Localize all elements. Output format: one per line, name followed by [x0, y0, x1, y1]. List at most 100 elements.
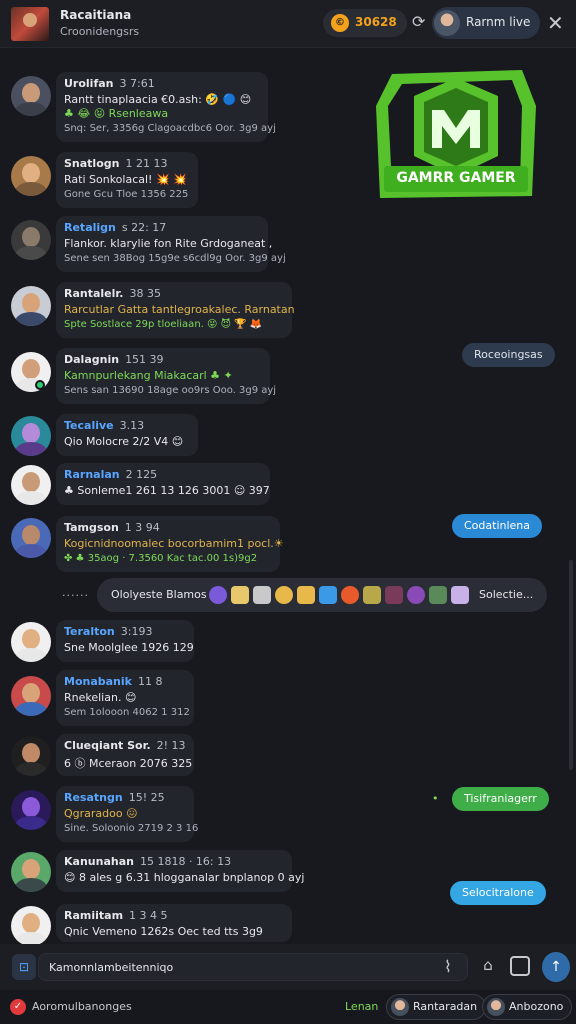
paperclip-icon[interactable]: ⌇ [444, 957, 452, 976]
author-name[interactable]: Snatlogn [64, 157, 119, 170]
attach-icon[interactable]: ⊡ [12, 954, 36, 980]
message-bubble: Snatlogn 1 21 13 Rati Sonkolacal! 💥 💥 Gon… [56, 152, 198, 208]
message-text: Rnekelian. 😊 [64, 691, 137, 704]
send-icon[interactable]: ↑ [542, 952, 570, 982]
avatar[interactable] [11, 465, 51, 505]
reaction-emoji-icon[interactable] [407, 586, 425, 604]
message-bubble: Urolifan 3 7:61 Rantt tinaplaacia €0.ash:… [56, 72, 276, 142]
author-name[interactable]: Tamgson [64, 521, 119, 534]
avatar[interactable] [11, 852, 51, 892]
message-bubble: Clueqiant Sor. 2! 13 6 ⓑ Mceraon 2076 325 [56, 734, 194, 776]
author-name[interactable]: Dalagnin [64, 353, 119, 366]
avatar[interactable] [11, 416, 51, 456]
avatar[interactable] [11, 790, 51, 830]
author-name[interactable]: Resatngn [64, 791, 123, 804]
author-name[interactable]: Retalign [64, 221, 116, 234]
reaction-selector[interactable]: Solectie... [479, 588, 533, 601]
message-bubble: Teralton 3:193 Sne Moolglee 1926 129 [56, 620, 194, 662]
author-name[interactable]: Ramiitam [64, 909, 123, 922]
timestamp: s 22: 17 [121, 221, 167, 234]
status-footer: ✓ Aoromulbanonges Lenan Rantaradan Anboz… [0, 990, 576, 1024]
message-bubble: Rarnalan 2 125 ♣ Sonleme1 261 13 126 3001… [56, 463, 270, 505]
channel-subtitle: Croonidengsrs [60, 25, 140, 38]
box-icon[interactable] [510, 956, 530, 976]
timestamp: 11 8 [137, 675, 163, 688]
reaction-emoji-icon[interactable] [341, 586, 359, 604]
reaction-emoji-icon[interactable] [275, 586, 293, 604]
avatar[interactable] [11, 76, 51, 116]
reaction-emoji-icon[interactable] [209, 586, 227, 604]
timestamp: 3:193 [120, 625, 153, 638]
timestamp: 15 1818 · 16: 13 [139, 855, 232, 868]
message-meta: Sem 1olooon 4062 1 312 [64, 707, 190, 718]
author-name[interactable]: Teralton [64, 625, 115, 638]
outgoing-bubble[interactable]: Roceoingsas [462, 343, 555, 367]
reaction-emoji-icon[interactable] [253, 586, 271, 604]
author-name[interactable]: Kanunahan [64, 855, 134, 868]
home-icon[interactable]: ⌂ [478, 956, 498, 976]
coin-icon: © [331, 14, 349, 32]
author-name[interactable]: Rantalelr. [64, 287, 123, 300]
avatar[interactable] [11, 622, 51, 662]
pill-label: Anbozono [509, 1000, 564, 1013]
coin-balance[interactable]: © 30628 [323, 9, 407, 37]
outgoing-bubble[interactable]: Tisifraniagerr [452, 787, 549, 811]
message-input[interactable] [38, 953, 468, 981]
reaction-label: Ololyeste Blamos [111, 588, 207, 601]
reaction-emoji-icon[interactable] [231, 586, 249, 604]
message-text: Qio Molocre 2/2 V4 😊 [64, 435, 184, 448]
message-bubble: Monabanik 11 8 Rnekelian. 😊 Sem 1olooon 4… [56, 670, 194, 726]
reaction-emoji-icon[interactable] [451, 586, 469, 604]
footer-link[interactable]: Lenan [345, 1000, 378, 1013]
reaction-emoji-icon[interactable] [319, 586, 337, 604]
reaction-emoji-icon[interactable] [429, 586, 447, 604]
refresh-icon[interactable]: ⟳ [412, 12, 428, 32]
author-name[interactable]: Monabanik [64, 675, 132, 688]
author-name[interactable]: Rarnalan [64, 468, 120, 481]
reaction-emoji-icon[interactable] [385, 586, 403, 604]
author-name[interactable]: Clueqiant Sor. [64, 739, 151, 752]
timestamp: 2! 13 [156, 739, 186, 752]
scrollbar[interactable] [569, 560, 573, 770]
close-icon[interactable]: ✕ [547, 11, 564, 35]
reaction-emoji-icon[interactable] [297, 586, 315, 604]
timestamp: 1 21 13 [125, 157, 168, 170]
timestamp: 2 125 [125, 468, 158, 481]
avatar[interactable] [11, 286, 51, 326]
live-button[interactable]: Rarnm live [432, 7, 540, 39]
timestamp: 1 3 4 5 [129, 909, 168, 922]
channel-avatar[interactable] [11, 7, 49, 41]
avatar[interactable] [11, 736, 51, 776]
logo-text: GAMRR GAMER [396, 170, 516, 186]
reaction-bar: Ololyeste Blamos Solectie... [97, 578, 547, 612]
pill-label: Rantaradan [413, 1000, 478, 1013]
outgoing-bubble[interactable]: Codatinlena [452, 514, 543, 538]
footer-pill-2[interactable]: Anbozono [482, 994, 573, 1020]
avatar[interactable] [11, 352, 51, 392]
message-meta: Gone Gcu Tloe 1356 225 [64, 189, 189, 200]
message-bubble: Retalign s 22: 17 Flankor. klarylie fon R… [56, 216, 286, 272]
avatar[interactable] [11, 676, 51, 716]
message-meta: Sene sen 38Bog 15g9e s6cdl9g Oor. 3g9 ay… [64, 253, 286, 264]
author-name[interactable]: Urolifan [64, 77, 114, 90]
message-text: Rantt tinaplaacia €0.ash: 🤣 🔵 😊 [64, 93, 252, 106]
more-dots[interactable]: ······ [62, 589, 89, 602]
outgoing-bubble[interactable]: Selocitralone [450, 881, 546, 905]
footer-pill-1[interactable]: Rantaradan [386, 994, 487, 1020]
outgoing-prefix: • [432, 792, 439, 805]
timestamp: 15! 25 [128, 791, 165, 804]
pill-avatar [487, 998, 505, 1016]
avatar[interactable] [11, 906, 51, 946]
message-bubble: Tamgson 1 3 94 Kogicnidnoomalec bocorbami… [56, 516, 284, 572]
check-icon: ✓ [10, 999, 26, 1015]
composer: ⊡ ⌇ ⌂ ↑ [0, 944, 576, 990]
author-name[interactable]: Tecalive [64, 419, 114, 432]
avatar[interactable] [11, 220, 51, 260]
avatar[interactable] [11, 156, 51, 196]
message-bubble: Dalagnin 151 39 Kamnpurlekang Miakacarl ♣… [56, 348, 276, 404]
reaction-emoji-icon[interactable] [363, 586, 381, 604]
avatar[interactable] [11, 518, 51, 558]
message-bubble: Tecalive 3.13 Qio Molocre 2/2 V4 😊 [56, 414, 198, 456]
timestamp: 3 7:61 [119, 77, 155, 90]
message-meta: Sine. Soloonio 2719 2 3 16 [64, 823, 199, 834]
